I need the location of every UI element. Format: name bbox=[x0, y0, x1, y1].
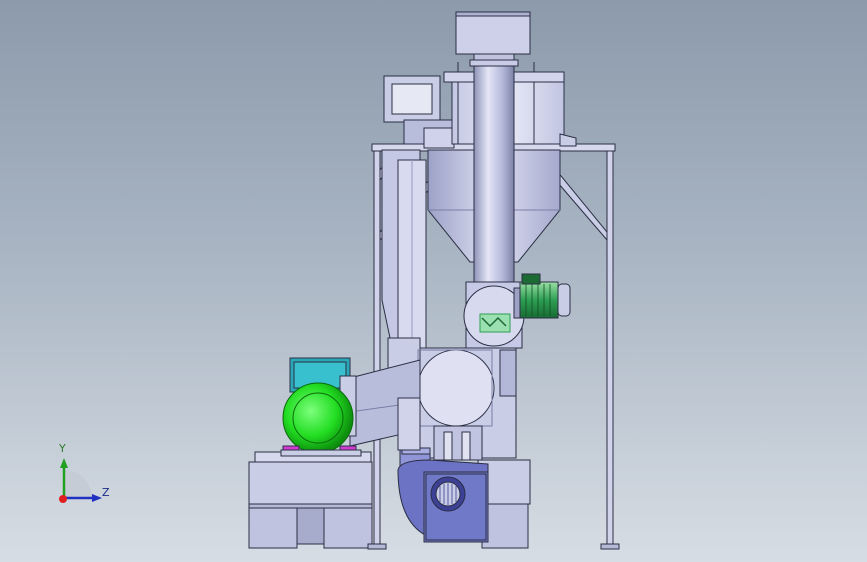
machine-assembly-drawing bbox=[59, 11, 620, 550]
z-axis-label: Z bbox=[102, 486, 110, 499]
y-axis-label: Y bbox=[59, 442, 66, 455]
main-drive-motor bbox=[280, 357, 362, 457]
coordinate-triad-icon bbox=[59, 458, 102, 503]
connecting-duct bbox=[397, 397, 421, 451]
cad-viewport[interactable]: Y Z bbox=[0, 0, 867, 562]
inlet-hood bbox=[383, 75, 455, 149]
base-platform bbox=[248, 451, 373, 549]
airlock-drive-motor bbox=[513, 273, 571, 319]
blower-fan bbox=[397, 447, 489, 543]
